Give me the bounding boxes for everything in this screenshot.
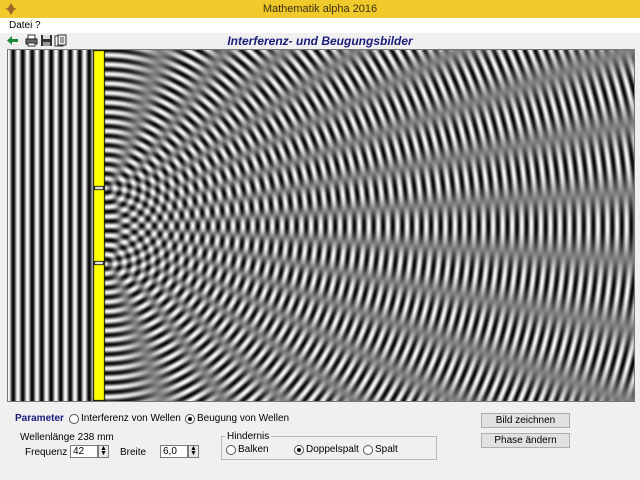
menu-datei[interactable]: Datei [9,20,32,31]
frequency-stepper[interactable]: ▲ ▼ [98,445,109,458]
width-stepper[interactable]: ▲ ▼ [188,445,199,458]
width-label: Breite [120,447,147,458]
phase-button[interactable]: Phase ändern [481,433,570,448]
frequency-label: Frequenz [25,447,68,458]
parameter-title: Parameter [15,413,64,424]
toolbar: Interferenz- und Beugungsbilder [0,33,640,49]
radio-doppelspalt[interactable] [294,445,304,455]
menu-bar: Datei ? [0,18,640,33]
radio-spalt[interactable] [363,445,373,455]
draw-button[interactable]: Bild zeichnen [481,413,570,428]
menu-help[interactable]: ? [35,20,41,31]
radio-interferenz-label[interactable]: Interferenz von Wellen [81,413,181,424]
radio-balken[interactable] [226,445,236,455]
diffraction-pattern-canvas[interactable] [8,50,634,401]
obstacle-title: Hindernis [225,431,272,442]
radio-doppelspalt-label[interactable]: Doppelspalt [306,444,359,455]
width-input[interactable]: 6,0 [160,445,188,458]
radio-interferenz[interactable] [69,414,79,424]
title-bar: Mathematik alpha 2016 [0,0,640,19]
wavelength-text: Wellenlänge 238 mm [20,432,114,443]
radio-beugung-label[interactable]: Beugung von Wellen [197,413,289,424]
radio-beugung[interactable] [185,414,195,424]
frequency-input[interactable]: 42 [70,445,98,458]
obstacle-group: Hindernis Balken Doppelspalt Spalt [221,431,437,460]
diffraction-canvas-frame [7,49,635,402]
radio-spalt-label[interactable]: Spalt [375,444,398,455]
radio-balken-label[interactable]: Balken [238,444,269,455]
window-title: Mathematik alpha 2016 [262,3,378,15]
controls-panel: Parameter Interferenz von Wellen Beugung… [0,402,640,480]
panel-title: Interferenz- und Beugungsbilder [227,34,413,48]
